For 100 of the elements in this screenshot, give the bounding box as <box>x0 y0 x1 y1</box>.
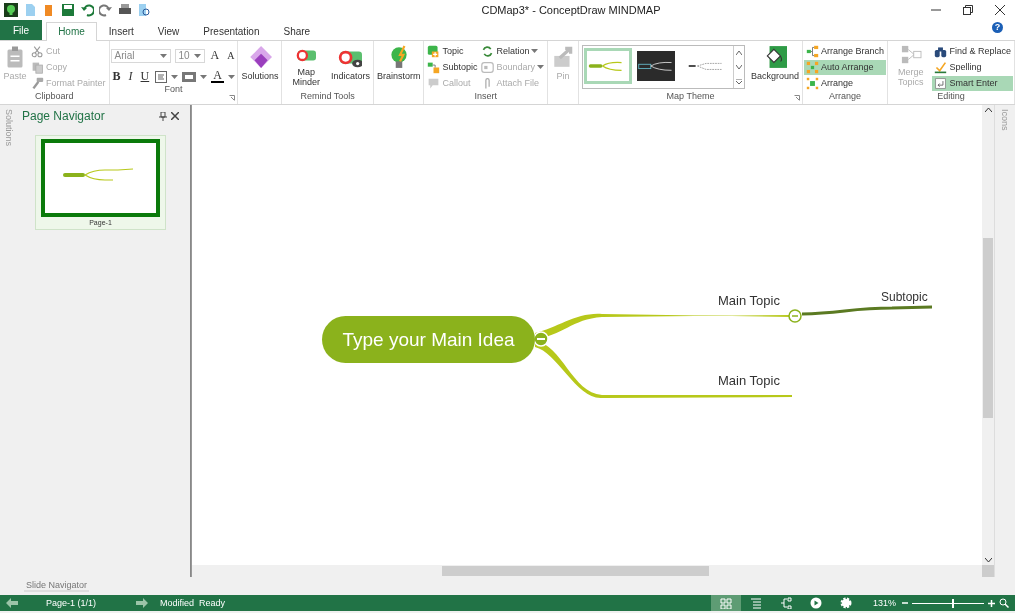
restore-icon[interactable] <box>963 5 973 15</box>
gear-icon <box>839 597 852 609</box>
theme-thumbnail[interactable] <box>584 48 632 84</box>
italic-button[interactable]: I <box>126 69 135 84</box>
print-icon[interactable] <box>118 3 132 17</box>
ribbon-button[interactable]: Topic <box>425 43 480 59</box>
pages-icon <box>31 60 44 74</box>
group-label: Clipboard <box>35 91 74 101</box>
binoculars-icon <box>934 44 948 58</box>
ribbon-button[interactable]: Brainstorm <box>374 43 423 89</box>
page-indicator: Page-1 (1/1) <box>46 598 97 608</box>
close-icon[interactable] <box>995 5 1005 15</box>
speech-bubble-icon <box>427 76 441 90</box>
arrows-icon <box>481 44 495 58</box>
font-color-button[interactable]: A <box>211 70 224 83</box>
ready-status: Ready <box>199 598 226 608</box>
node-icon <box>427 60 441 74</box>
boundary-icon <box>481 60 495 74</box>
print-preview-icon[interactable] <box>137 3 151 17</box>
save-icon[interactable] <box>61 3 75 17</box>
zoom-out-icon[interactable] <box>902 600 908 606</box>
underline-button[interactable]: U <box>138 69 152 84</box>
help-button[interactable]: ? <box>992 22 1003 33</box>
zoom-fit-icon[interactable] <box>999 598 1009 608</box>
scroll-down-icon[interactable] <box>984 558 992 562</box>
ribbon-button[interactable]: Spelling <box>932 59 1013 75</box>
spellcheck-icon <box>934 60 948 74</box>
subtopic-label[interactable]: Subtopic <box>881 290 928 304</box>
group-label: Editing <box>937 91 965 101</box>
text-box-icon[interactable] <box>182 71 197 82</box>
scroll-up-icon[interactable] <box>736 50 742 56</box>
group-label: Remind Tools <box>300 91 355 101</box>
ribbon-tab[interactable]: Insert <box>96 22 146 40</box>
shrink-font-button[interactable]: A <box>225 50 237 61</box>
enter-icon <box>934 76 948 90</box>
next-page-icon[interactable] <box>136 598 149 608</box>
arrange-icon <box>806 76 819 90</box>
close-icon[interactable] <box>171 112 179 120</box>
ribbon-tab[interactable]: Share <box>271 22 323 40</box>
topic-label[interactable]: Main Topic <box>718 373 780 388</box>
ribbon-tab[interactable]: Presentation <box>191 22 272 40</box>
group-label: Map Theme <box>666 91 715 101</box>
redo-icon[interactable] <box>99 3 113 17</box>
tree-icon <box>779 597 792 609</box>
caret-icon <box>159 53 167 58</box>
ribbon-button[interactable]: Arrange <box>804 75 887 91</box>
font-field[interactable]: Arial <box>110 48 171 63</box>
app-logo-icon <box>4 3 18 17</box>
zoom-reading: 131% <box>872 598 896 608</box>
group-label: Insert <box>474 91 497 101</box>
file-menu-tab[interactable]: File <box>0 20 43 40</box>
zoom-in-icon[interactable] <box>988 599 995 607</box>
mind-map-view-button[interactable] <box>710 595 741 611</box>
topic-label[interactable]: Main Topic <box>718 293 780 308</box>
ribbon-button[interactable]: Auto Arrange <box>804 59 887 75</box>
ribbon-button[interactable]: Find & Replace <box>932 43 1013 59</box>
branch-icon <box>806 44 819 58</box>
grid-icon <box>806 60 819 74</box>
window-title: CDMap3* - ConceptDraw MINDMAP <box>481 4 661 16</box>
align-icon[interactable] <box>155 70 168 83</box>
ribbon-button[interactable]: Indicators <box>328 43 372 89</box>
ribbon-tab[interactable]: View <box>145 22 192 40</box>
scissors-icon <box>31 44 44 58</box>
modified-status: Modified <box>160 598 195 608</box>
horizontal-scrollbar[interactable] <box>192 565 982 577</box>
scroll-down-icon[interactable] <box>736 64 742 70</box>
caret-icon <box>171 74 179 79</box>
caret-icon <box>193 53 201 58</box>
caret-icon <box>227 74 235 79</box>
ribbon-button[interactable]: Smart Enter <box>932 75 1013 91</box>
more-icon[interactable] <box>736 78 742 84</box>
ribbon-button[interactable]: Solutions <box>239 43 281 89</box>
ribbon-tab[interactable]: Home <box>46 22 97 41</box>
scroll-up-icon[interactable] <box>984 108 992 112</box>
caret-icon <box>200 74 208 79</box>
bold-button[interactable]: B <box>110 69 123 84</box>
list-icon <box>749 597 762 609</box>
brush-icon <box>31 76 44 90</box>
zoom-slider-thumb[interactable] <box>951 598 954 608</box>
pin-icon[interactable] <box>159 111 167 121</box>
ribbon-button[interactable]: Relation <box>479 43 546 59</box>
group-label: Arrange <box>829 91 861 101</box>
ribbon-button[interactable]: Map Minder <box>283 43 329 89</box>
slide-navigator-tab[interactable]: Slide Navigator <box>24 580 90 592</box>
font-size-field[interactable]: 10 <box>174 48 205 63</box>
dialog-launcher-icon[interactable] <box>229 95 236 101</box>
undo-icon[interactable] <box>80 3 94 17</box>
ribbon-button[interactable]: Background <box>749 43 801 89</box>
collapse-icon[interactable] <box>788 309 802 323</box>
pin-icon <box>551 45 575 69</box>
vertical-scrollbar[interactable] <box>982 105 994 565</box>
ribbon-button[interactable]: Arrange Branch <box>804 43 887 59</box>
group-label: Font <box>164 84 183 94</box>
panel-title: Page Navigator <box>22 109 106 123</box>
ribbon-button[interactable]: Subtopic <box>425 59 480 75</box>
grow-font-button[interactable]: A <box>208 48 222 63</box>
dialog-launcher-icon[interactable] <box>794 95 800 101</box>
previous-page-icon[interactable] <box>6 598 18 608</box>
plus-square-icon <box>427 44 441 58</box>
scrollbar-corner <box>982 565 994 577</box>
